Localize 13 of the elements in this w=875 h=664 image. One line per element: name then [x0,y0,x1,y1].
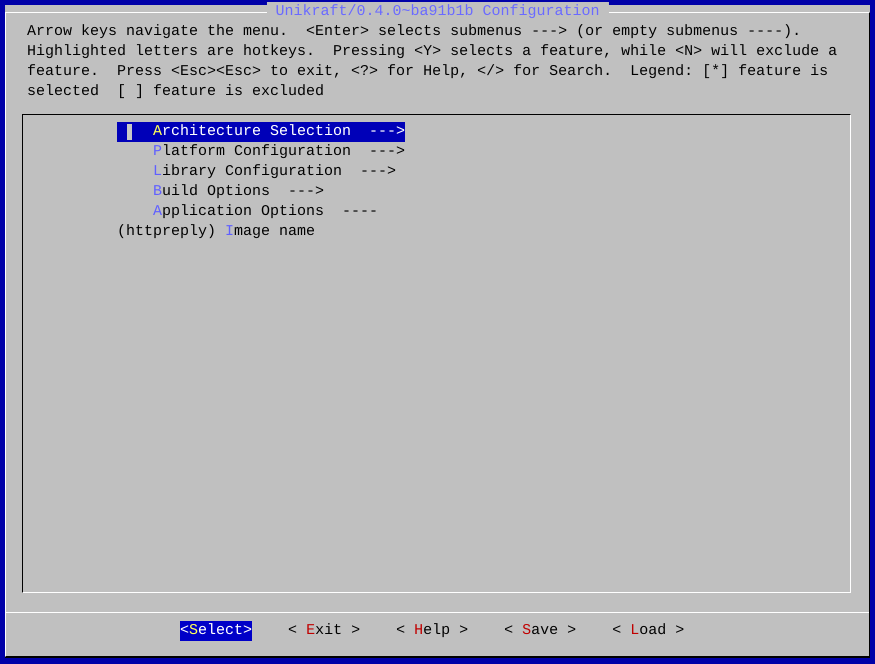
cursor-icon [126,123,133,141]
menu-item[interactable]: Library Configuration ---> [117,162,396,182]
menu-item[interactable]: Build Options ---> [117,182,324,202]
menu-item[interactable]: (httpreply) Image name [117,222,316,242]
menu-item[interactable]: Architecture Selection ---> [117,122,406,142]
dialog-button[interactable]: <Select> [180,621,252,641]
dialog-button[interactable]: < Save > [504,621,576,641]
help-text: Arrow keys navigate the menu. <Enter> selects submenus ---> (or empty submenus ----). Highlighted letters are hotkeys. Pressing <Y> selects a feature, while <N> will exclude a feature. Press <Esc><Esc> to exit, <?> for Help, </> for Search. Legend: [*] feature is selected [ ] feature is excluded [27,22,838,102]
dialog-button[interactable]: < Exit > [288,621,360,641]
dialog-button[interactable]: < Load > [612,621,684,641]
menu-item[interactable]: Platform Configuration ---> [117,142,406,162]
dialog-button[interactable]: < Help > [396,621,468,641]
menu-item[interactable]: Application Options ---- [117,202,378,222]
